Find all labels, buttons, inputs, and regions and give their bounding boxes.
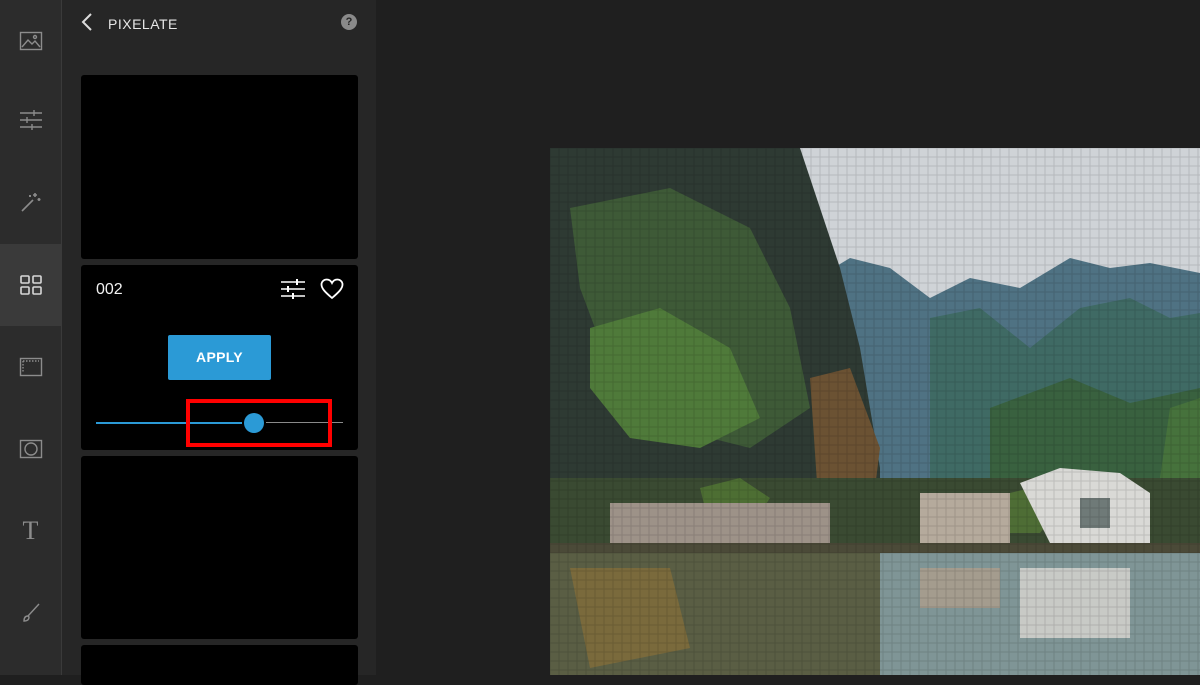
tool-magic[interactable] [0,161,61,243]
tool-adjust[interactable] [0,79,61,161]
apply-button[interactable]: APPLY [168,335,271,380]
image-icon [19,31,42,51]
panel-title: PIXELATE [108,16,178,32]
grid-effects-icon [19,275,42,295]
left-toolbar: T [0,0,62,675]
vignette-icon [19,439,42,459]
pixelated-photo [550,148,1200,675]
panel-header: PIXELATE ? [62,0,376,46]
tool-image[interactable] [0,0,61,82]
frame-icon [19,357,42,377]
help-icon[interactable]: ? [341,14,357,30]
effect-card-preview-4[interactable] [81,645,358,685]
pixel-grid-overlay [550,148,1200,675]
effect-card-preview-3[interactable] [81,456,358,639]
tool-frame[interactable] [0,326,61,408]
canvas-area [376,0,1200,675]
adjust-sliders-icon [19,110,42,130]
back-chevron-icon[interactable] [78,11,96,33]
tool-effects[interactable] [0,244,61,326]
adjust-sliders-icon[interactable] [280,278,306,300]
highlight-annotation [186,399,332,447]
heart-icon[interactable] [320,278,344,300]
effect-card-label: 002 [96,281,123,298]
brush-icon [22,603,40,622]
tool-vignette[interactable] [0,408,61,490]
tool-text[interactable]: T [0,490,61,572]
magic-wand-icon [20,193,40,212]
effects-panel: PIXELATE ? 002 APPLY [62,0,376,685]
effect-card-preview-1[interactable] [81,75,358,259]
tool-brush[interactable] [0,572,61,654]
text-icon: T [22,516,39,545]
